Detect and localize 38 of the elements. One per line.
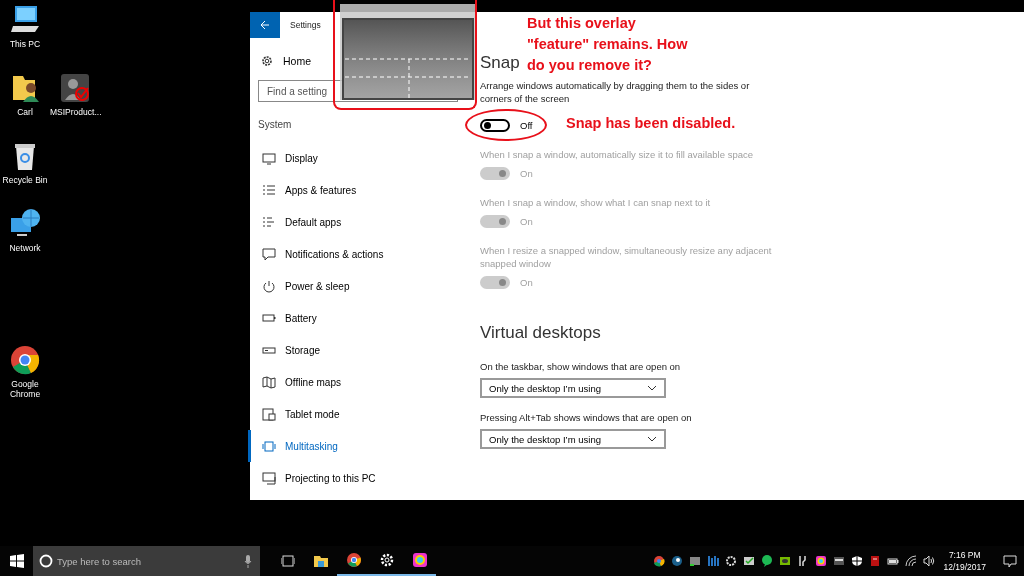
icon-label: Recycle Bin xyxy=(1,175,49,185)
setting-label: On the taskbar, show windows that are open on xyxy=(480,361,681,372)
annotation-text: Snap has been disabled. xyxy=(566,114,736,133)
annotation-text: But this overlay "feature" remains. How do you remove it? xyxy=(527,14,689,75)
sidebar-item[interactable]: Battery xyxy=(248,302,470,334)
icon-label: MSIProduct... xyxy=(50,107,100,117)
dropdown[interactable]: Only the desktop I’m using xyxy=(480,378,666,398)
window-title: Settings xyxy=(290,20,321,30)
icon-label: This PC xyxy=(8,39,42,49)
dropdown[interactable]: Only the desktop I’m using xyxy=(480,429,666,449)
toggle-state: Off xyxy=(520,120,533,131)
section-heading: Snap xyxy=(480,53,520,73)
sidebar-item[interactable]: Apps & features xyxy=(248,174,470,206)
search-field[interactable]: Type here to search xyxy=(33,546,260,576)
setting-label: When I snap a window, automatically size it to fill available space xyxy=(480,148,754,161)
setting-label: Pressing Alt+Tab shows windows that are open on xyxy=(480,412,692,423)
sidebar-item[interactable]: Tablet mode xyxy=(248,398,470,430)
sidebar-item[interactable]: Offline maps xyxy=(248,366,470,398)
description-text: Arrange windows automatically by dragging them to the sides or corners of the screen xyxy=(480,79,751,105)
sidebar-item[interactable]: Power & sleep xyxy=(248,270,470,302)
icon-label: Google Chrome xyxy=(8,379,42,399)
toggle-state: On xyxy=(520,277,533,288)
section-heading: System xyxy=(258,119,293,130)
search-field[interactable]: Find a setting xyxy=(258,80,458,102)
icon-label: Network xyxy=(8,243,42,253)
sidebar-item[interactable]: Projecting to this PC xyxy=(248,462,470,494)
setting-label: When I resize a snapped window, simultaneously resize any adjacent snapped window xyxy=(480,244,773,270)
clock[interactable]: 7:16 PM 12/19/2017 xyxy=(943,549,986,573)
sidebar-item[interactable]: Display xyxy=(248,142,470,174)
toggle-state: On xyxy=(520,168,533,179)
home-link[interactable]: Home xyxy=(250,50,322,72)
sidebar-item[interactable]: Multitasking xyxy=(248,430,470,462)
section-heading: Virtual desktops xyxy=(480,323,601,343)
icon-label: Carl xyxy=(16,107,34,117)
toggle-state: On xyxy=(520,216,533,227)
sidebar-item[interactable]: Storage xyxy=(248,334,470,366)
sidebar-item[interactable]: Notifications & actions xyxy=(248,238,470,270)
sidebar-item[interactable]: Default apps xyxy=(248,206,470,238)
